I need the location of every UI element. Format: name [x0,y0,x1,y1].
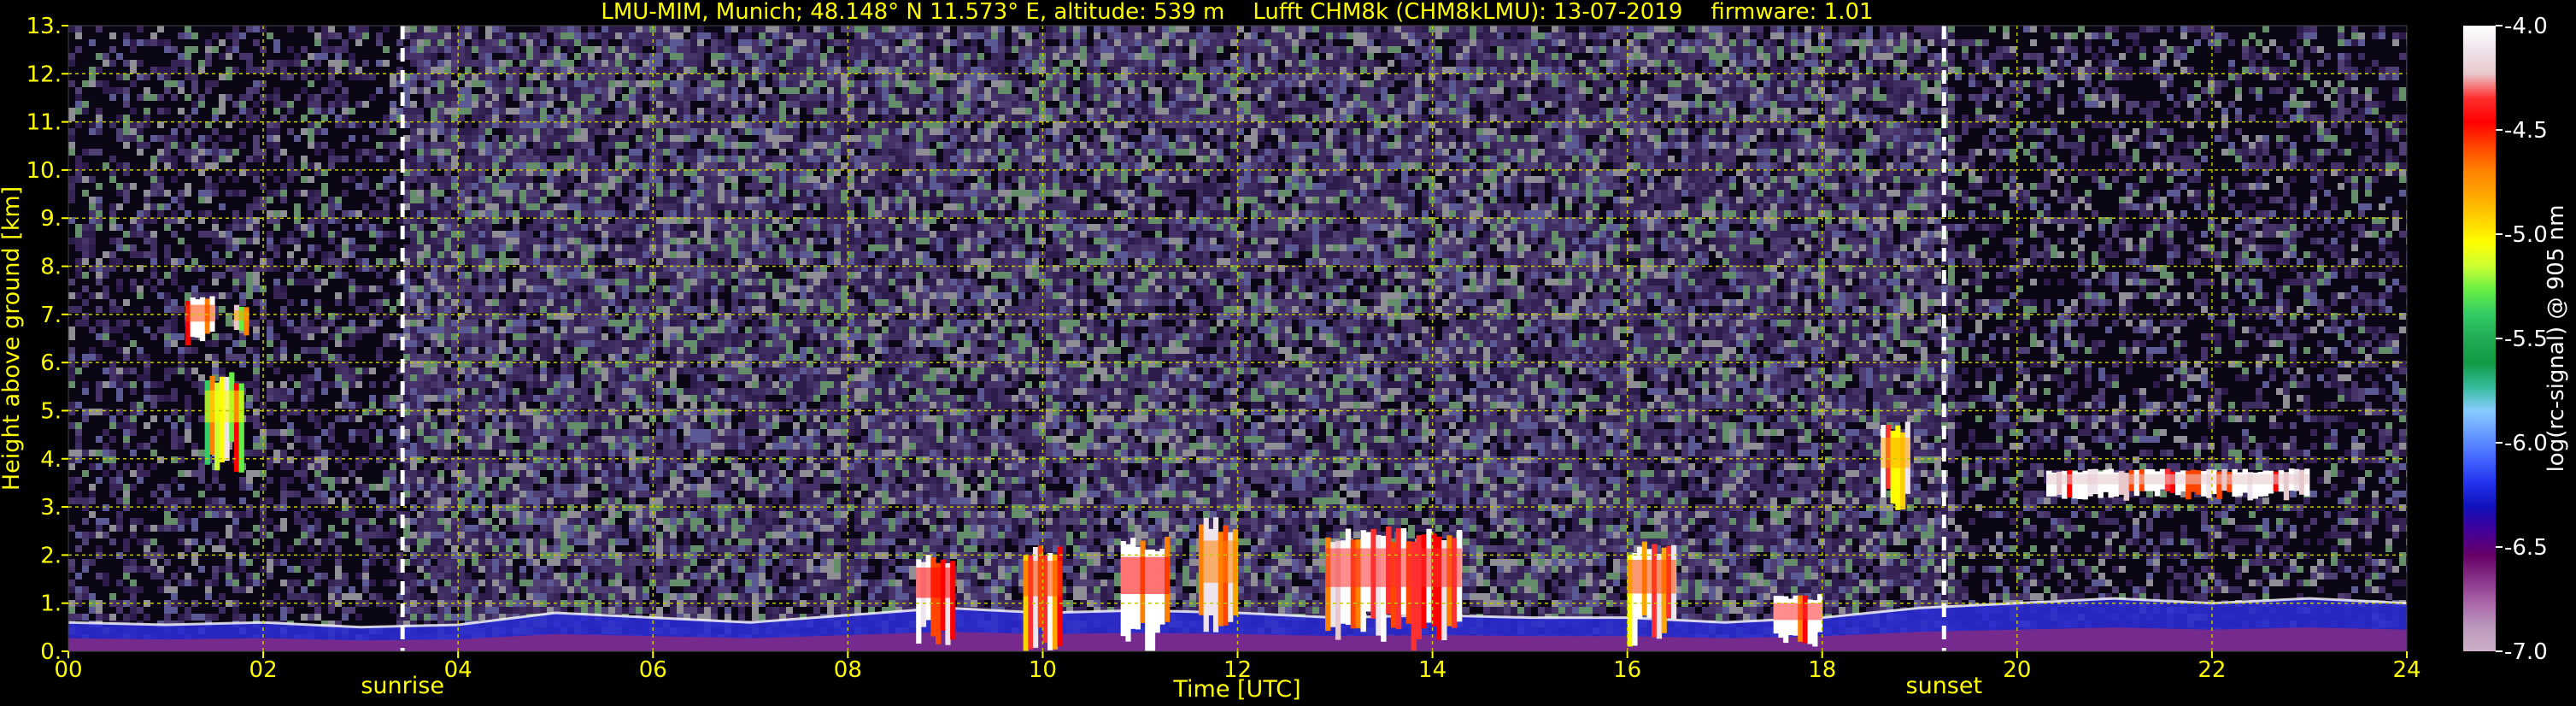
y-tick-label: 12. [26,62,62,87]
sunrise-label: sunrise [361,673,444,699]
y-tick-label: 11. [26,110,62,136]
y-tick-label: 5. [40,398,62,424]
colorbar-tick-label: -4.0 [2504,14,2548,39]
x-tick-label: 24 [2392,657,2421,683]
y-tick-label: 1. [40,591,62,617]
y-tick-label: 9. [40,206,62,232]
y-tick-label: 10. [26,158,62,184]
colorbar-tick-label: -6.0 [2504,431,2548,456]
x-tick-label: 08 [834,657,862,683]
cloud-core [1773,603,1822,621]
cloud-core [204,390,244,423]
ceilometer-chart: LMU-MIM, Munich; 48.148° N 11.573° E, al… [0,0,2569,703]
y-tick-label: 3. [40,495,62,521]
colorbar-tick-label: -4.5 [2504,118,2548,144]
chart-title: LMU-MIM, Munich; 48.148° N 11.573° E, al… [601,0,1873,25]
x-tick-label: 20 [2003,657,2031,683]
cloud-feature [1198,517,1238,632]
y-axis-label: Height above ground [km] [0,186,25,491]
cloud-core [916,568,955,598]
y-axis-ticks: 0.1.2.3.4.5.6.7.8.9.10.11.12.13. [26,14,68,665]
cloud-core [1881,438,1910,468]
cloud-core [1627,560,1676,594]
colorbar: -4.0 -4.5 -5.0 -5.5 -6.0 -6.5 -7.0 log(rc-sign… [2463,14,2569,665]
cloud-core [1120,556,1170,594]
colorbar-gradient [2463,26,2496,651]
colorbar-ticks: -4.0 -4.5 -5.0 -5.5 -6.0 -6.5 -7.0 [2496,14,2548,665]
colorbar-tick-label: -6.5 [2504,535,2548,561]
x-axis-label: Time [UTC] [1172,676,1300,703]
cloud-core [233,310,249,321]
colorbar-tick-label: -5.0 [2504,222,2548,248]
x-tick-label: 00 [54,657,82,683]
colorbar-tick-label: -5.5 [2504,327,2548,352]
sunset-label: sunset [1906,673,1983,699]
x-tick-label: 18 [1808,657,1836,683]
cloud-core [1325,548,1462,587]
x-tick-label: 10 [1029,657,1057,683]
x-tick-label: 22 [2198,657,2226,683]
y-tick-label: 4. [40,447,62,473]
x-tick-label: 14 [1418,657,1446,683]
colorbar-tick-label: -7.0 [2504,639,2548,665]
x-tick-label: 02 [249,657,278,683]
cloud-core [2046,474,2309,485]
colorbar-label: log(rc-signal) @ 905 nm [2544,205,2569,473]
x-tick-label: 16 [1613,657,1641,683]
y-tick-label: 13. [26,14,62,39]
y-tick-label: 8. [40,255,62,280]
x-tick-label: 06 [639,657,667,683]
y-tick-label: 7. [40,303,62,328]
cloud-core [1198,540,1238,583]
cloud-core [185,304,214,322]
plot-area: sunrise sunset [67,25,2408,699]
y-tick-label: 2. [40,543,62,568]
x-tick-label: 04 [444,657,472,683]
y-tick-label: 6. [40,350,62,376]
